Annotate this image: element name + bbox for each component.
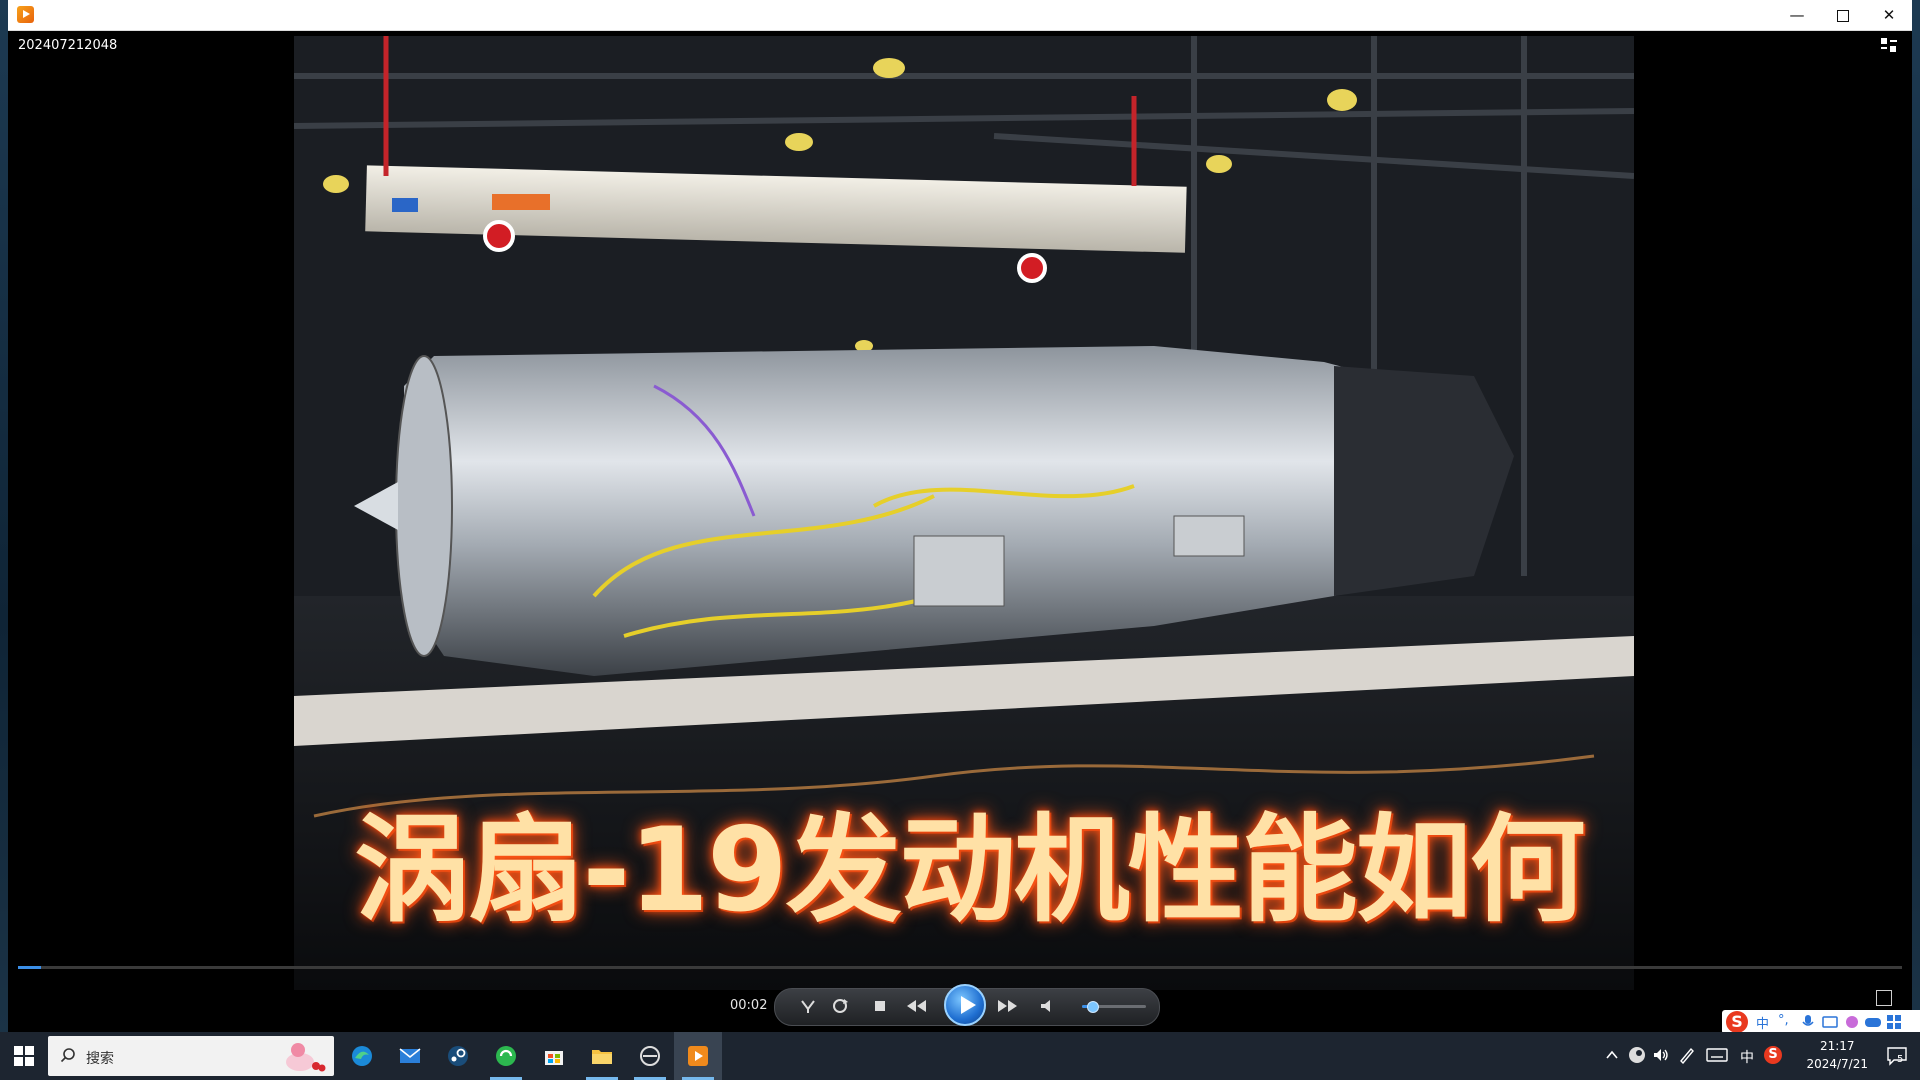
- volume-slider[interactable]: [1082, 1001, 1146, 1013]
- clock-time: 21:17: [1819, 1039, 1855, 1053]
- maximize-icon: [1837, 9, 1849, 22]
- ime-mode-toggle[interactable]: 中: [1756, 1013, 1769, 1032]
- taskbar-file-explorer[interactable]: [578, 1032, 626, 1080]
- notification-center-button[interactable]: 5: [1886, 1046, 1908, 1066]
- green-app-icon: [496, 1046, 516, 1066]
- loop-icon[interactable]: [830, 997, 850, 1015]
- ime-toolbar[interactable]: S 中 °,: [1722, 1010, 1920, 1034]
- search-icon: [60, 1048, 75, 1063]
- store-icon: [545, 1051, 563, 1065]
- microphone-icon[interactable]: [1802, 1014, 1814, 1030]
- video-caption: 涡扇-19发动机性能如何: [354, 803, 1586, 938]
- title-bar[interactable]: — ✕: [8, 0, 1912, 31]
- desktop-background-left: [0, 0, 8, 1032]
- desktop-background-right: [1912, 0, 1920, 1032]
- seek-bar[interactable]: [18, 966, 1902, 969]
- sogou-logo-icon[interactable]: S: [1726, 1011, 1748, 1033]
- fast-forward-icon[interactable]: [994, 997, 1020, 1015]
- minimize-button[interactable]: —: [1774, 0, 1820, 30]
- seek-bar-fill: [18, 966, 41, 969]
- tray-pen-icon[interactable]: [1678, 1046, 1696, 1064]
- ime-punctuation-toggle[interactable]: °,: [1778, 1013, 1789, 1028]
- taskbar-dev-app[interactable]: [626, 1032, 674, 1080]
- keyboard-icon[interactable]: [1822, 1015, 1838, 1029]
- tray-steam-icon[interactable]: [1628, 1046, 1646, 1064]
- taskbar-search-box[interactable]: 搜索: [48, 1036, 334, 1076]
- search-highlight-art-icon: [286, 1043, 326, 1072]
- taskbar-green-app[interactable]: [482, 1032, 530, 1080]
- tray-sogou-icon[interactable]: S: [1764, 1046, 1782, 1064]
- mail-icon: [399, 1048, 421, 1063]
- tray-keyboard-icon[interactable]: [1706, 1048, 1728, 1062]
- taskbar: 搜索 中 S 21:17 2024/7/21 5: [0, 1032, 1920, 1080]
- toolbox-icon[interactable]: [1886, 1014, 1902, 1030]
- file-explorer-icon: [592, 1050, 612, 1064]
- video-player-window[interactable]: — ✕ 202407212048 涡扇-19发动机性能如何 00:02 S 中 …: [8, 0, 1920, 1034]
- mini-mode-button[interactable]: [1876, 990, 1892, 1006]
- steam-icon: [448, 1046, 468, 1066]
- taskbar-steam[interactable]: [434, 1032, 482, 1080]
- taskbar-video-player[interactable]: [674, 1032, 722, 1080]
- video-file-title: 202407212048: [18, 38, 118, 53]
- maximize-button[interactable]: [1820, 0, 1866, 30]
- tray-overflow-chevron-up-icon[interactable]: [1606, 1050, 1618, 1060]
- close-button[interactable]: ✕: [1866, 0, 1912, 30]
- rewind-icon[interactable]: [904, 997, 930, 1015]
- stop-icon[interactable]: [870, 997, 890, 1015]
- search-placeholder: 搜索: [86, 1051, 114, 1067]
- skin-icon[interactable]: [1844, 1014, 1860, 1030]
- clock-date: 2024/7/21: [1806, 1057, 1868, 1071]
- taskbar-store[interactable]: [530, 1032, 578, 1080]
- video-frame[interactable]: 涡扇-19发动机性能如何: [294, 36, 1634, 990]
- video-player-icon: [688, 1046, 708, 1066]
- taskbar-clock[interactable]: 21:17 2024/7/21: [1806, 1037, 1868, 1073]
- play-button[interactable]: [944, 984, 986, 1026]
- volume-slider-handle[interactable]: [1086, 1001, 1099, 1013]
- player-app-icon: [17, 6, 34, 23]
- tray-speaker-icon[interactable]: [1652, 1047, 1670, 1063]
- taskbar-mail[interactable]: [386, 1032, 434, 1080]
- dev-app-icon: [640, 1046, 660, 1066]
- playlist-icon[interactable]: [1880, 37, 1898, 53]
- notification-count: 5: [1897, 1054, 1904, 1065]
- volume-icon[interactable]: [1038, 997, 1058, 1015]
- tray-ime-mode[interactable]: 中: [1740, 1047, 1754, 1067]
- ab-repeat-icon[interactable]: [798, 997, 818, 1015]
- windows-start-icon[interactable]: [14, 1046, 34, 1066]
- edge-icon: [352, 1046, 372, 1066]
- taskbar-edge[interactable]: [338, 1032, 386, 1080]
- elapsed-time: 00:02: [730, 998, 768, 1013]
- gamepad-icon[interactable]: [1864, 1014, 1882, 1030]
